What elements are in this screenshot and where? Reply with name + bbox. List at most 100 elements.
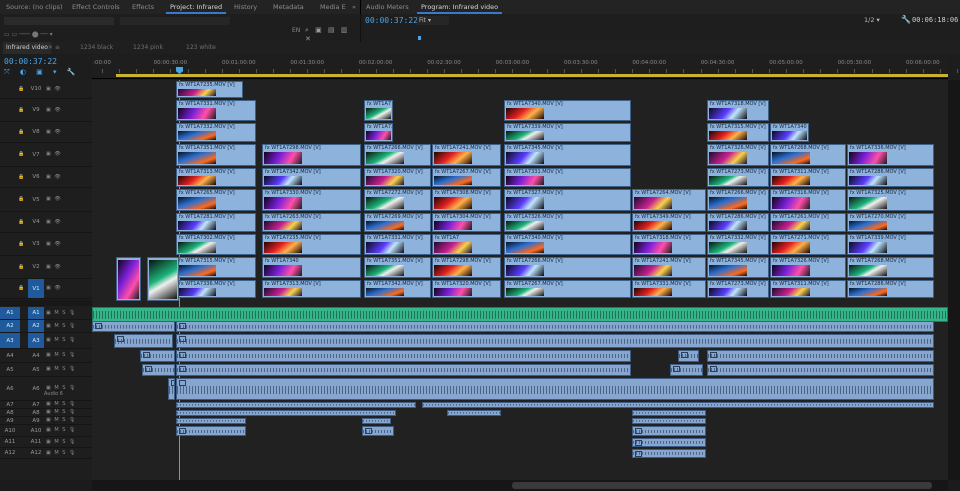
audio-source-patch[interactable]: A11 [0,437,20,447]
video-clip[interactable]: fx WT1A7235.MOV [V] [262,234,361,255]
video-clip[interactable]: fx WT1A7331.MOV [V] [632,280,706,298]
audio-source-patch[interactable]: A6 [0,377,20,400]
audio-clip[interactable] [707,364,934,376]
panel-tab[interactable]: Program: Infrared video [416,0,503,14]
lock-icon[interactable]: 🔒 [18,107,24,113]
audio-clip[interactable] [632,449,706,458]
timeline-tracks[interactable]: fx WT1A7235.MOV [V] fx WT1A7331.MOV [V] fx… [92,80,948,480]
video-clip[interactable]: fx WT1A7318.MOV [V] [707,100,769,121]
audio-source-patch[interactable]: A8 [0,409,20,416]
sequence-tab[interactable]: 1234 black [80,42,113,54]
audio-clip[interactable] [670,364,703,376]
video-clip[interactable]: fx WT1A7326.MOV [V] [770,257,846,278]
video-clip[interactable]: fx WT1A7241.MOV [V] [632,257,706,278]
lock-icon[interactable]: 🔒 [18,151,24,157]
audio-clip[interactable] [632,418,706,424]
track-mute-solo-controls[interactable]: ▣ M S 🎙 [46,450,76,456]
panel-tab[interactable]: Audio Meters [366,0,409,14]
track-visibility-controls[interactable]: ▣ 👁 [46,219,62,225]
video-clip[interactable]: fx WT1A7315.MOV [V] [707,123,769,142]
panel-tab[interactable]: Source: (no clips) [6,0,63,14]
video-clip[interactable]: fx WT1A7302.MOV [V] [176,234,256,255]
track-visibility-controls[interactable]: ▣ 👁 [46,151,62,157]
audio-clip[interactable] [362,426,394,436]
track-mute-solo-controls[interactable]: ▣ M S 🎙 [46,401,76,407]
video-track-name[interactable]: V1 [28,279,44,298]
playhead-handle[interactable] [176,67,183,74]
track-mute-solo-controls[interactable]: ▣ M S 🎙 [46,323,76,329]
video-clip[interactable]: fx WT1A7281.MOV [V] [176,213,256,232]
close-icon[interactable]: ✕ ≡ [48,42,60,54]
video-clip[interactable]: fx WT1A7340 [262,257,361,278]
audio-source-patch[interactable]: A12 [0,448,20,458]
track-visibility-controls[interactable]: ▣ 👁 [46,285,62,291]
horizontal-scroll-thumb[interactable] [512,482,932,489]
video-clip[interactable]: fx WT1A7340.MOV [V] [504,234,631,255]
video-track-name[interactable]: V4 [28,212,44,232]
video-clip[interactable]: fx WT1A7332.MOV [V] [707,234,769,255]
video-clip[interactable]: fx WT1A7311.MOV [V] [770,168,846,187]
audio-clip[interactable] [632,438,706,447]
track-visibility-controls[interactable]: ▣ 👁 [46,264,62,270]
video-clip[interactable]: fx WT1A7273.MOV [V] [707,280,769,298]
video-clip[interactable]: fx WT1A7273.MOV [V] [707,168,769,187]
project-view-controls[interactable]: ▭ ▭ ─── ⬤ ── ▾ [4,31,53,38]
video-track-name[interactable]: V10 [28,80,44,98]
video-clip[interactable]: fx WT1A7330.MOV [V] [262,189,361,211]
audio-clip[interactable] [176,378,934,400]
video-clip[interactable]: fx WT1A7 [364,100,393,121]
video-clip[interactable]: fx WT1A7241.MOV [V] [432,144,501,166]
project-toolbar-icons[interactable]: ⌕ ▣ ▤ ▥ ✕ [305,26,360,43]
lock-icon[interactable]: 🔒 [18,174,24,180]
wrench-icon[interactable]: 🔧 [901,15,911,24]
audio-track-target[interactable]: A2 [28,320,44,332]
video-clip[interactable]: fx WT1A7298.MOV [V] [432,257,501,278]
track-mute-solo-controls[interactable]: ▣ M S 🎙 [46,439,76,445]
video-clip[interactable]: fx WT1A7336.MOV [V] [176,280,256,298]
video-clip[interactable]: fx WT1A7340 [770,123,809,142]
video-clip[interactable]: fx WT1A7304.MOV [V] [432,213,501,232]
audio-source-patch[interactable]: A7 [0,401,20,408]
video-clip[interactable]: fx WT1A7298.MOV [V] [262,144,361,166]
video-clip[interactable]: fx WT1A7271.MOV [V] [770,234,846,255]
video-clip[interactable]: fx WT1A7 [432,234,501,255]
audio-clip[interactable] [176,321,934,332]
audio-source-patch[interactable]: A10 [0,425,20,436]
video-clip[interactable]: fx WT1A7286.MOV [V] [847,280,934,298]
video-track-name[interactable]: V6 [28,167,44,187]
audio-clip-music[interactable] [92,307,948,322]
video-clip[interactable]: fx WT1A7345.MOV [V] [707,257,769,278]
track-visibility-controls[interactable]: ▣ 👁 [46,129,62,135]
lock-icon[interactable]: 🔒 [18,86,24,92]
audio-clip[interactable] [142,364,175,376]
track-visibility-controls[interactable]: ▣ 👁 [46,174,62,180]
video-clip[interactable]: fx WT1A7266.MOV [V] [364,144,431,166]
video-track-name[interactable]: V3 [28,233,44,255]
video-clip[interactable]: fx WT1A7318.MOV [V] [632,234,706,255]
video-track-name[interactable]: V2 [28,256,44,278]
track-visibility-controls[interactable]: ▣ 👁 [46,196,62,202]
program-timecode[interactable]: 00:00:37:22 [365,16,418,25]
video-clip[interactable]: fx WT1A7345.MOV [V] [504,144,631,166]
panel-tab[interactable]: Project: Infrared [165,0,227,14]
video-clip[interactable]: fx WT1A7351.MOV [V] [176,144,256,166]
video-clip[interactable]: fx WT1A7308.MOV [V] [432,189,501,211]
audio-clip[interactable] [176,418,246,424]
audio-track-target[interactable]: A10 [28,425,44,436]
track-visibility-controls[interactable]: ▣ 👁 [46,241,62,247]
audio-clip[interactable] [176,426,246,436]
video-clip[interactable]: fx WT1A7342.MOV [V] [262,168,361,187]
timeline-tool-icons[interactable]: ⤧ ◐ ▣ ▾ 🔧 [4,68,79,77]
audio-clip[interactable] [176,334,934,348]
video-clip[interactable]: fx WT1A7327.MOV [V] [504,189,631,211]
video-clip[interactable]: fx WT1A7326.MOV [V] [504,213,631,232]
video-clip[interactable]: fx WT1A7269.MOV [V] [364,213,431,232]
panel-tab[interactable]: Effects [132,0,154,14]
track-mute-solo-controls[interactable]: ▣ M S 🎙 [46,427,76,433]
audio-clip[interactable] [678,350,699,362]
audio-clip[interactable] [632,410,706,416]
video-clip[interactable]: fx WT1A7339.MOV [V] [847,234,934,255]
audio-clip[interactable] [447,410,501,416]
video-clip[interactable]: fx WT1A7342.MOV [V] [364,280,431,298]
track-visibility-controls[interactable]: ▣ 👁 [46,107,62,113]
